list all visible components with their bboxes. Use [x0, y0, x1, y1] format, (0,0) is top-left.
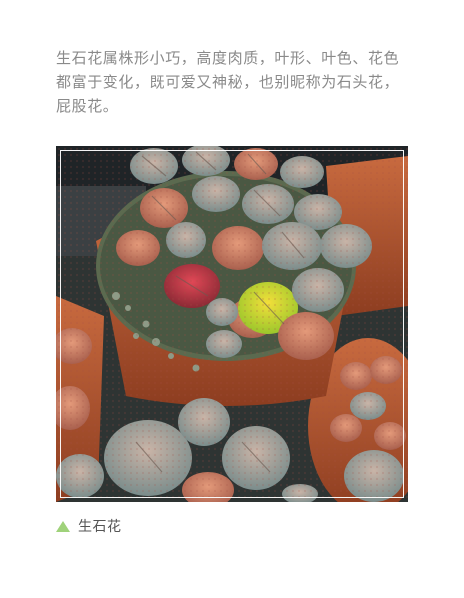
article-intro-text: 生石花属株形小巧，高度肉质，叶形、叶色、花色都富于变化，既可爱又神秘，也别昵称为…	[56, 49, 400, 115]
image-caption: 生石花	[56, 516, 122, 536]
lithops-photo	[56, 146, 408, 502]
triangle-up-icon	[56, 520, 70, 532]
caption-text: 生石花	[78, 519, 122, 535]
